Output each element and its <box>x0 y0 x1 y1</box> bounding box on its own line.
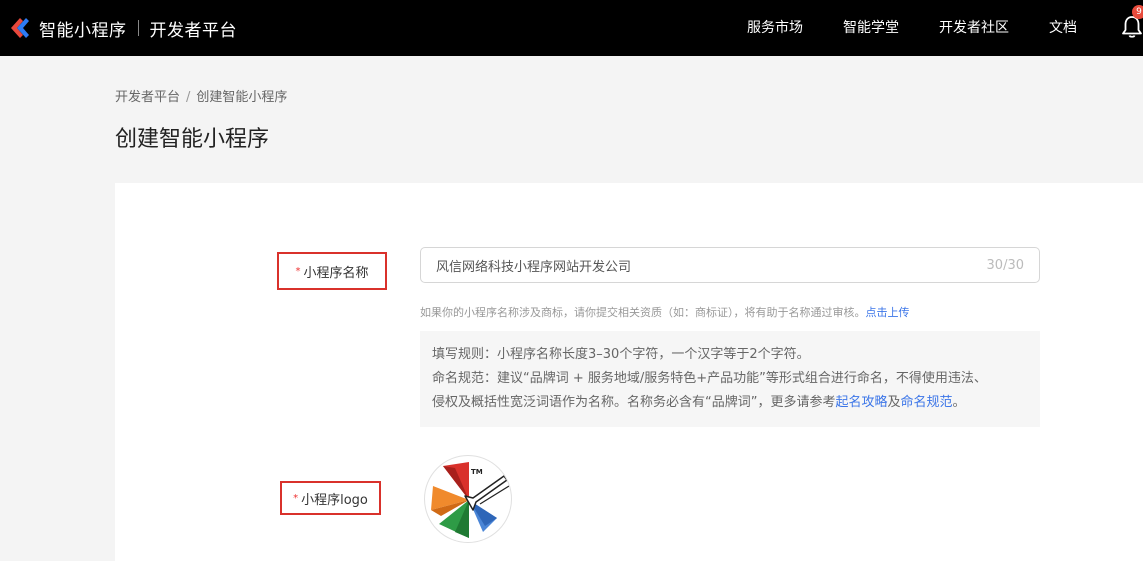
name-label-text: 小程序名称 <box>303 265 369 281</box>
breadcrumb-separator: / <box>186 90 191 105</box>
mini-program-name-input[interactable]: 风信网络科技小程序网站开发公司 30/30 <box>420 247 1040 283</box>
brand-divider <box>137 20 139 36</box>
logo-label-text: 小程序logo <box>301 492 368 508</box>
logo-trademark-mark: TM <box>471 468 483 476</box>
required-mark: * <box>295 265 301 277</box>
nav-service-market[interactable]: 服务市场 <box>747 0 803 56</box>
brand[interactable]: 智能小程序 开发者平台 <box>8 13 237 43</box>
breadcrumb-current: 创建智能小程序 <box>196 90 288 105</box>
upload-link[interactable]: 点击上传 <box>866 306 910 319</box>
logo-image: TM <box>431 462 510 538</box>
rules-line-1: 填写规则：小程序名称长度3–30个字符，一个汉字等于2个字符。 <box>432 347 810 362</box>
rules-connector: 及 <box>887 395 901 410</box>
page-title: 创建智能小程序 <box>115 127 270 152</box>
nav-developer-community[interactable]: 开发者社区 <box>939 0 1009 56</box>
rules-line-3-text: 侵权及概括性宽泛词语作为名称。名称务必含有“品牌词”，更多请参考 <box>432 395 836 410</box>
naming-guide-link[interactable]: 起名攻略 <box>835 395 887 410</box>
breadcrumb-link-platform[interactable]: 开发者平台 <box>115 90 180 105</box>
logo-upload[interactable]: TM <box>424 455 512 543</box>
name-input-value[interactable]: 风信网络科技小程序网站开发公司 <box>436 256 987 275</box>
rules-end: 。 <box>952 395 966 410</box>
trademark-hint-text: 如果你的小程序名称涉及商标，请你提交相关资质（如：商标证），将有助于名称通过审核… <box>420 306 866 319</box>
rules-line-2: 命名规范：建议“品牌词 + 服务地域/服务特色+产品功能”等形式组合进行命名，不… <box>432 371 987 386</box>
trademark-hint: 如果你的小程序名称涉及商标，请你提交相关资质（如：商标证），将有助于名称通过审核… <box>420 304 910 320</box>
required-mark: * <box>293 492 299 504</box>
nav-smart-school[interactable]: 智能学堂 <box>843 0 899 56</box>
mini-program-name-label: * 小程序名称 <box>277 252 387 290</box>
name-char-counter: 30/30 <box>986 257 1024 273</box>
top-navigation-bar: 智能小程序 开发者平台 服务市场 智能学堂 开发者社区 文档 9 <box>0 0 1143 56</box>
brand-logo-icon <box>11 18 29 38</box>
notification-badge: 9 <box>1132 5 1143 19</box>
brand-name: 智能小程序 <box>39 20 127 41</box>
nav-docs[interactable]: 文档 <box>1049 0 1077 56</box>
rules-line-3: 侵权及概括性宽泛词语作为名称。名称务必含有“品牌词”，更多请参考起名攻略及命名规… <box>432 391 1028 415</box>
breadcrumb: 开发者平台 / 创建智能小程序 <box>115 86 287 105</box>
brand-subtitle: 开发者平台 <box>149 20 237 41</box>
naming-rules-box: 填写规则：小程序名称长度3–30个字符，一个汉字等于2个字符。 命名规范：建议“… <box>420 331 1040 427</box>
naming-standards-link[interactable]: 命名规范 <box>901 395 953 410</box>
mini-program-logo-label: * 小程序logo <box>280 481 381 515</box>
